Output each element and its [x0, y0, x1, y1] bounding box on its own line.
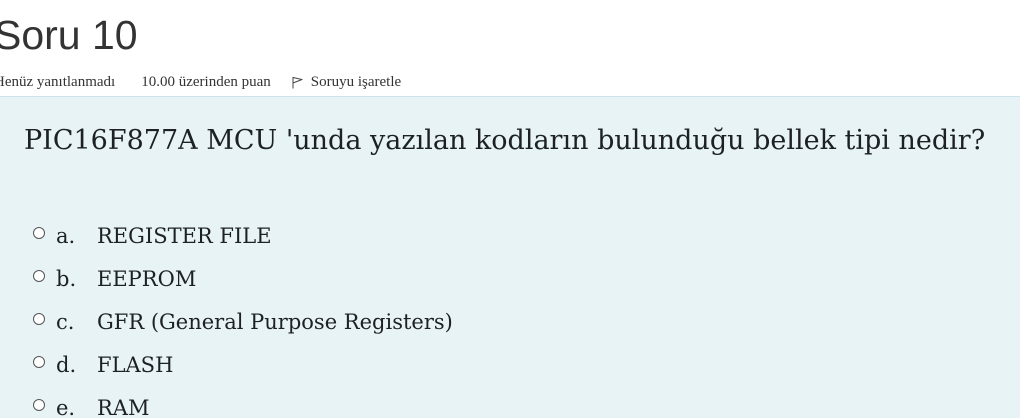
answer-letter: e. — [56, 395, 76, 418]
question-info: Henüz yanıtlanmadı 10.00 üzerinden puan … — [0, 72, 401, 92]
question-state: Henüz yanıtlanmadı — [0, 73, 116, 90]
answer-letter: c. — [56, 309, 75, 334]
answer-option-b[interactable]: b. EEPROM — [33, 257, 453, 300]
answer-option-c[interactable]: c. GFR (General Purpose Registers) — [33, 300, 453, 343]
answer-letter: b. — [56, 266, 77, 291]
answer-text: EEPROM — [97, 266, 197, 291]
answer-list: a. REGISTER FILE b. EEPROM c. GFR (Gener… — [33, 214, 453, 418]
question-title: Soru 10 — [0, 12, 138, 58]
answer-radio-c[interactable] — [33, 312, 45, 325]
quiz-page: Soru 10 Henüz yanıtlanmadı 10.00 üzerind… — [0, 0, 1020, 418]
answer-radio-d[interactable] — [33, 355, 45, 368]
answer-text: REGISTER FILE — [97, 223, 272, 248]
answer-option-a[interactable]: a. REGISTER FILE — [33, 214, 453, 257]
question-grade: 10.00 üzerinden puan — [141, 73, 271, 90]
question-text: PIC16F877A MCU 'unda yazılan kodların bu… — [24, 125, 986, 156]
answer-letter: d. — [56, 352, 77, 377]
flag-question-label: Soruyu işaretle — [310, 73, 402, 90]
answer-option-e[interactable]: e. RAM — [33, 386, 453, 418]
flag-icon — [291, 76, 304, 89]
question-content: PIC16F877A MCU 'unda yazılan kodların bu… — [0, 96, 1020, 418]
answer-letter: a. — [56, 223, 76, 248]
answer-radio-b[interactable] — [33, 269, 45, 282]
answer-radio-a[interactable] — [33, 226, 45, 239]
answer-text: FLASH — [97, 352, 174, 377]
flag-question-link[interactable]: Soruyu işaretle — [291, 74, 401, 91]
answer-text: RAM — [97, 395, 150, 418]
answer-text: GFR (General Purpose Registers) — [97, 309, 453, 334]
answer-option-d[interactable]: d. FLASH — [33, 343, 453, 386]
answer-radio-e[interactable] — [33, 398, 45, 411]
